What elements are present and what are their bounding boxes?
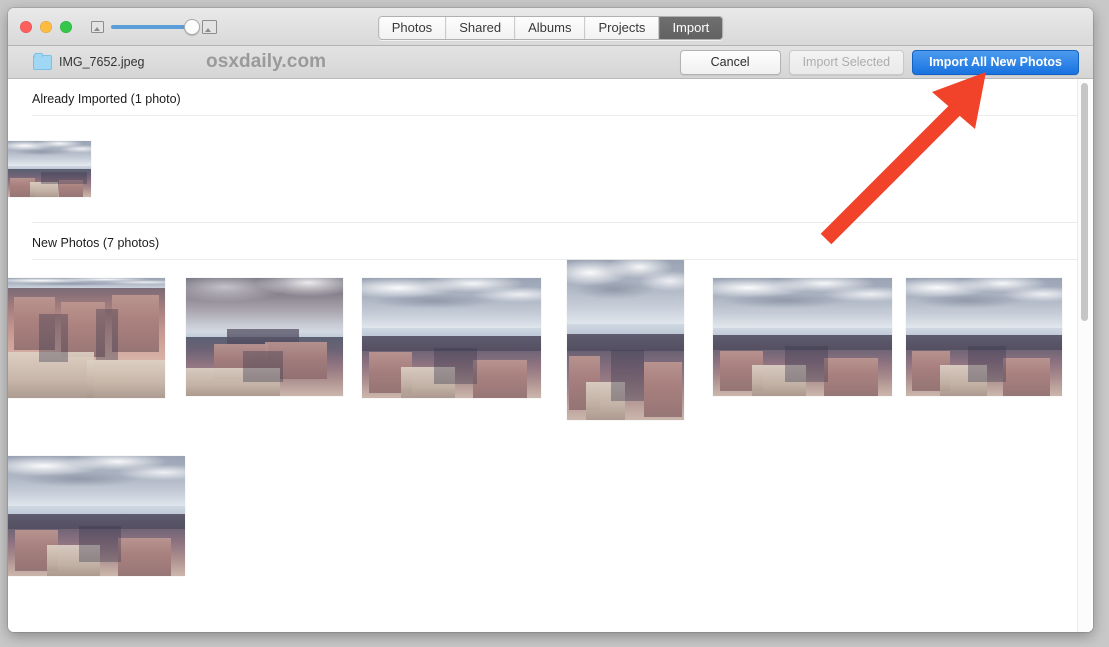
slider-track[interactable] [111, 18, 200, 35]
thumb-formation [86, 359, 165, 398]
window-titlebar: Photos Shared Albums Projects Import [8, 8, 1093, 46]
thumb-shadow [784, 346, 828, 382]
toolbar-actions: Cancel Import Selected Import All New Ph… [679, 49, 1079, 75]
vertical-scrollbar[interactable] [1077, 79, 1091, 632]
thumb-sky [713, 278, 892, 333]
photo-thumbnail-new-5[interactable] [713, 278, 892, 396]
thumb-formation [823, 358, 878, 396]
thumb-sky [8, 456, 185, 512]
photo-thumbnail-new-4[interactable] [567, 260, 684, 420]
import-selected-button: Import Selected [788, 49, 905, 75]
tab-photos[interactable]: Photos [378, 16, 447, 39]
minimize-window-button[interactable] [40, 20, 52, 33]
thumb-shadow [41, 171, 87, 185]
thumb-formation [117, 537, 171, 576]
thumbnail-size-slider[interactable] [91, 18, 217, 35]
import-content-area: Already Imported (1 photo) New Photos (7… [8, 79, 1093, 632]
thumb-shadow [242, 351, 284, 382]
photo-large-icon [202, 19, 217, 34]
tab-albums[interactable]: Albums [515, 16, 586, 39]
already-imported-thumbnails [8, 116, 1093, 222]
photo-thumbnail-new-1[interactable] [8, 278, 165, 398]
thumb-sky [567, 260, 684, 331]
thumb-formation [29, 182, 58, 197]
thumb-shadow [95, 309, 118, 360]
cancel-button[interactable]: Cancel [679, 49, 781, 75]
section-already-imported: Already Imported (1 photo) [8, 79, 1093, 223]
tab-shared[interactable]: Shared [446, 16, 516, 39]
thumb-sky [906, 278, 1062, 333]
photo-thumbnail-already-imported-1[interactable] [8, 141, 91, 197]
window-controls [20, 20, 72, 33]
photos-app-window: Photos Shared Albums Projects Import IMG… [8, 8, 1093, 632]
thumb-sky [8, 141, 91, 168]
tab-projects[interactable]: Projects [585, 16, 660, 39]
thumb-formation [567, 333, 684, 352]
source-filename: IMG_7652.jpeg [59, 55, 145, 69]
thumb-shadow [39, 314, 68, 362]
new-photos-thumbnails [8, 260, 1093, 620]
tab-import[interactable]: Import [659, 16, 723, 39]
section-header-new-photos: New Photos (7 photos) [32, 236, 160, 250]
folder-icon [33, 52, 52, 70]
import-source: IMG_7652.jpeg [33, 52, 145, 70]
photo-thumbnail-new-3[interactable] [362, 278, 541, 398]
section-header-already-imported: Already Imported (1 photo) [32, 92, 181, 106]
photo-thumbnail-new-2[interactable] [186, 278, 343, 396]
slider-thumb[interactable] [184, 18, 200, 35]
section-new-photos: New Photos (7 photos) [8, 223, 1093, 620]
import-all-new-photos-button[interactable]: Import All New Photos [912, 49, 1079, 75]
thumb-sky [362, 278, 541, 334]
thumb-shadow [433, 347, 477, 384]
thumb-shadow [611, 349, 645, 401]
maximize-window-button[interactable] [60, 20, 72, 33]
thumb-shadow [78, 525, 122, 562]
thumb-shadow [968, 346, 1006, 382]
photo-thumbnail-new-6[interactable] [906, 278, 1062, 396]
import-toolbar: IMG_7652.jpeg osxdaily.com Cancel Import… [8, 46, 1093, 79]
photo-thumbnail-new-7[interactable] [8, 456, 185, 576]
thumb-formation [111, 294, 159, 353]
main-tab-bar: Photos Shared Albums Projects Import [377, 15, 724, 40]
site-watermark: osxdaily.com [206, 51, 327, 72]
thumb-formation [644, 362, 682, 417]
thumb-formation [472, 359, 527, 398]
close-window-button[interactable] [20, 20, 32, 33]
scrollbar-thumb[interactable] [1081, 83, 1088, 321]
photo-small-icon [91, 20, 104, 33]
thumb-formation [1002, 358, 1050, 396]
